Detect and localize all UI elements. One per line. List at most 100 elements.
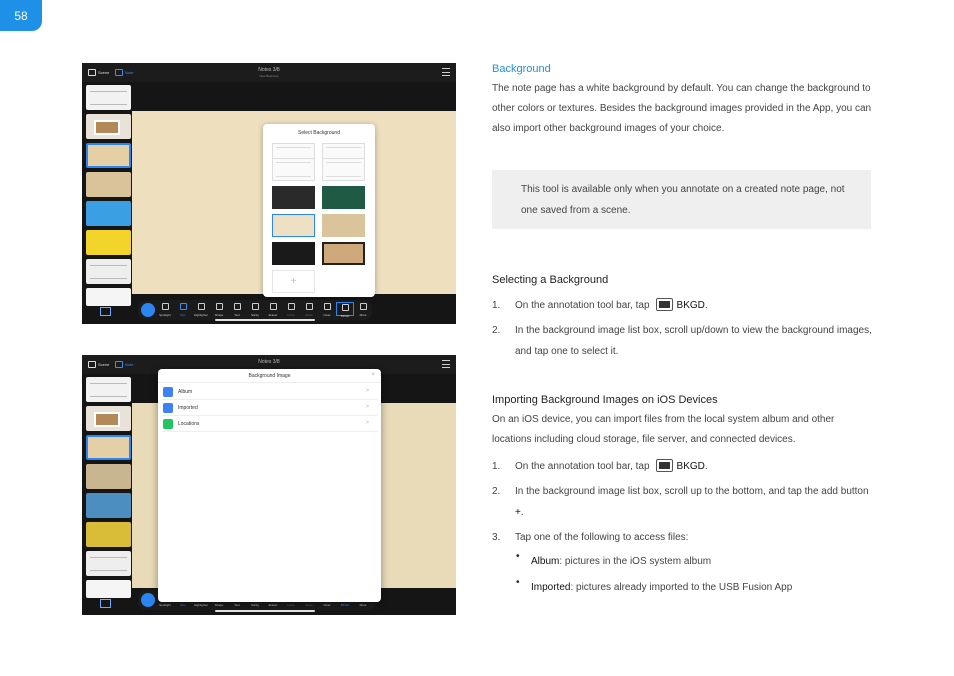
folder-icon: [163, 419, 173, 429]
dialog-row-locations[interactable]: Locations >: [162, 416, 377, 432]
background-heading: Background: [492, 63, 551, 75]
note-box: This tool is available only when you ann…: [492, 170, 871, 229]
popover-title: Select Background: [298, 130, 340, 136]
bullet-term: Album: [531, 556, 560, 567]
thumbnail-image: [94, 120, 120, 135]
list-item: 3. Tap one of the following to access fi…: [492, 527, 872, 548]
dialog-title: Background Image: [248, 373, 291, 379]
tool-spotlight[interactable]: Spotlight: [156, 303, 174, 317]
page-thumbnail[interactable]: [86, 259, 131, 284]
step-number: 2.: [492, 325, 501, 336]
step-number: 1.: [492, 300, 501, 311]
background-swatch[interactable]: [272, 186, 315, 209]
step-number: 2.: [492, 486, 501, 497]
page-thumbnail[interactable]: [86, 580, 131, 598]
home-indicator: [215, 319, 315, 321]
dialog-row-label: Imported: [178, 405, 198, 411]
background-swatch[interactable]: [322, 186, 365, 209]
tool-shape[interactable]: Shape: [210, 303, 228, 317]
page-thumbnail[interactable]: [86, 230, 131, 255]
tool-clear[interactable]: Clear: [318, 303, 336, 317]
menu-icon[interactable]: [442, 360, 450, 368]
add-page-icon[interactable]: [100, 599, 111, 608]
background-swatch[interactable]: [322, 158, 365, 181]
step-number: 3.: [492, 532, 501, 543]
bullet-dot-icon: •: [516, 551, 520, 562]
close-icon[interactable]: ×: [371, 372, 375, 378]
importing-heading: Importing Background Images on iOS Devic…: [492, 394, 718, 406]
bullet-item: • Album: pictures in the iOS system albu…: [516, 551, 711, 572]
page-thumbnail[interactable]: [86, 377, 131, 402]
pen-icon[interactable]: [141, 303, 155, 317]
album-icon: [163, 387, 173, 397]
step-text: In the background image list box, scroll…: [515, 486, 869, 497]
background-paragraph: The note page has a white background by …: [492, 83, 872, 134]
list-item: 2. In the background image list box, scr…: [492, 481, 872, 527]
page-number: 58: [0, 0, 42, 31]
thumbnail-image: [94, 412, 120, 427]
page-thumbnail-selected[interactable]: [86, 143, 131, 168]
dialog-row-label: Album: [178, 389, 193, 395]
page-thumbnail[interactable]: [86, 464, 131, 489]
list-item: 1. On the annotation tool bar, tap BKGD.: [492, 456, 872, 481]
screenshot-select-background: Scene Note Notes 3/8 New Business busi S…: [82, 63, 456, 324]
page-thumbnail[interactable]: [86, 288, 131, 306]
page-thumbnail[interactable]: [86, 201, 131, 226]
page-thumbnail[interactable]: [86, 493, 131, 518]
dialog-row-imported[interactable]: Imported >: [162, 400, 377, 416]
step-text: In the background image list box, scroll…: [515, 325, 872, 357]
note-text: This tool is available only when you ann…: [521, 184, 845, 216]
app-topbar: Scene Note Notes 3/8 New Business: [82, 63, 456, 82]
page-thumbnail[interactable]: [86, 522, 131, 547]
page-thumbnail[interactable]: [86, 114, 131, 139]
step-suffix: .: [704, 300, 708, 311]
page-thumbnail[interactable]: [86, 406, 131, 431]
bkgd-icon: [655, 298, 673, 311]
tool-highlighter[interactable]: Highlighter: [192, 303, 210, 317]
selecting-steps: 1. On the annotation tool bar, tap BKGD. …: [492, 295, 872, 362]
background-swatch[interactable]: [272, 242, 315, 265]
chevron-right-icon: >: [365, 388, 369, 394]
background-swatch-selected[interactable]: [272, 214, 315, 237]
pen-icon[interactable]: [141, 593, 155, 607]
background-swatch[interactable]: [322, 214, 365, 237]
step-text: On the annotation tool bar, tap: [515, 300, 650, 311]
tool-redo[interactable]: Redo: [300, 303, 318, 317]
dialog-row-album[interactable]: Album >: [162, 384, 377, 400]
page-thumbnail[interactable]: [86, 172, 131, 197]
home-indicator: [215, 610, 315, 612]
selecting-heading: Selecting a Background: [492, 274, 609, 286]
bullet-dot-icon: •: [516, 577, 520, 588]
step-key: BKGD: [676, 300, 705, 311]
background-swatch[interactable]: [322, 242, 365, 265]
tool-pen[interactable]: Pen: [174, 303, 192, 317]
list-item: 1. On the annotation tool bar, tap BKGD.: [492, 295, 872, 320]
tool-eraser[interactable]: Eraser: [264, 303, 282, 317]
bullet-term: Imported: [531, 582, 571, 593]
tool-bkgd[interactable]: BKGD: [336, 302, 354, 318]
page-thumbnail[interactable]: [86, 551, 131, 576]
page-thumbnail[interactable]: [86, 85, 131, 110]
dialog-row-label: Locations: [178, 421, 200, 427]
bkgd-icon: [655, 459, 673, 472]
screenshot-background-image: Scene Note Notes 3/8 Spotlight Pen Highl…: [82, 355, 456, 615]
step-number: 1.: [492, 461, 501, 472]
tool-text[interactable]: Text: [228, 303, 246, 317]
bullet-desc: : pictures already imported to the USB F…: [570, 582, 793, 593]
tool-undo[interactable]: Undo: [282, 303, 300, 317]
step-suffix: .: [520, 507, 524, 518]
add-page-icon[interactable]: [100, 307, 111, 316]
page-thumbnail-selected[interactable]: [86, 435, 131, 460]
importing-steps: 1. On the annotation tool bar, tap BKGD. …: [492, 456, 872, 548]
notes-subtitle: New Business: [259, 74, 279, 78]
step-text: Tap one of the following to access files…: [515, 532, 689, 543]
chevron-right-icon: >: [365, 420, 369, 426]
tool-sticky[interactable]: Sticky: [246, 303, 264, 317]
add-background-button[interactable]: +: [272, 270, 315, 293]
step-key: BKGD: [676, 461, 705, 472]
chevron-right-icon: >: [365, 404, 369, 410]
background-swatch[interactable]: [272, 158, 315, 181]
tool-more[interactable]: More: [354, 303, 372, 317]
menu-icon[interactable]: [442, 68, 450, 76]
list-item: 2. In the background image list box, scr…: [492, 320, 872, 362]
